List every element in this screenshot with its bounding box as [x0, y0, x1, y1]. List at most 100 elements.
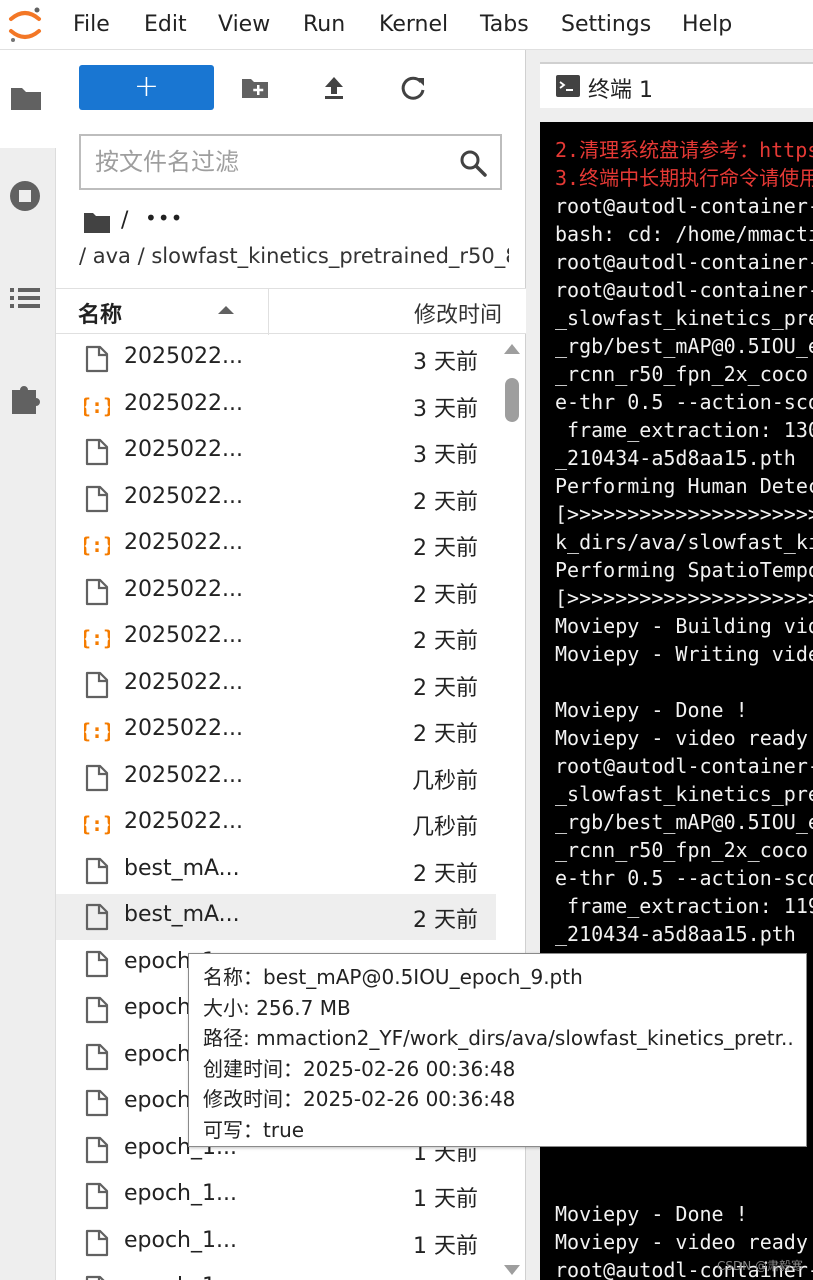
file-modified-time: 1 天前: [413, 1187, 478, 1212]
json-file-icon: {:}: [79, 624, 115, 652]
folder-icon[interactable]: [8, 80, 44, 116]
breadcrumb-root[interactable]: /: [121, 208, 128, 233]
home-folder-icon[interactable]: [83, 210, 111, 234]
file-name: best_mA...: [124, 902, 240, 927]
file-row[interactable]: 2025022... 几秒前: [56, 755, 496, 801]
file-info-tooltip: 名称：best_mAP@0.5IOU_epoch_9.pth 大小: 256.7…: [188, 953, 807, 1147]
file-icon: [84, 1275, 110, 1280]
menu-view[interactable]: View: [218, 10, 270, 40]
terminal-line: 3.终端中长期执行命令请使用screen等工具开后台运行: [555, 166, 813, 190]
file-row[interactable]: 2025022... 3 天前: [56, 429, 496, 475]
json-file-icon: {:}: [79, 531, 115, 559]
tooltip-created: 创建时间：2025-02-26 00:36:48: [203, 1056, 516, 1081]
file-row[interactable]: {:} 2025022... 2 天前: [56, 708, 496, 754]
file-modified-time: 1 天前: [413, 1233, 478, 1259]
svg-text:{:}: {:}: [84, 719, 110, 743]
json-file-icon: {:}: [79, 810, 115, 838]
file-row[interactable]: {:} 2025022... 3 天前: [56, 383, 496, 429]
jupyter-logo-icon[interactable]: [6, 4, 44, 46]
file-name: 2025022...: [124, 437, 243, 462]
file-icon: [84, 1136, 110, 1164]
terminal-line: e-thr 0.5 --action-score-thr: [555, 866, 813, 890]
file-row[interactable]: {:} 2025022... 2 天前: [56, 615, 496, 661]
new-folder-icon[interactable]: [239, 72, 271, 104]
file-row[interactable]: {:} 2025022... 几秒前: [56, 801, 496, 847]
file-row[interactable]: best_mA... 2 天前: [56, 894, 496, 940]
file-name: 2025022...: [124, 669, 243, 695]
list-icon[interactable]: [8, 280, 44, 316]
stop-circle-icon[interactable]: [8, 178, 44, 214]
file-modified-time: 2 天前: [413, 489, 478, 515]
puzzle-icon[interactable]: [8, 380, 44, 416]
breadcrumb-path[interactable]: / ava / slowfast_kinetics_pretrained_r50…: [79, 244, 509, 274]
tooltip-writable: 可写：true: [203, 1117, 305, 1142]
terminal-line: root@autodl-container-: [555, 278, 813, 302]
file-row[interactable]: 2025022... 2 天前: [56, 476, 496, 522]
file-name: epoch_1...: [124, 1274, 237, 1280]
menu-settings[interactable]: Settings: [561, 10, 651, 40]
refresh-icon[interactable]: [397, 72, 429, 104]
file-modified-time: 2 天前: [413, 675, 478, 701]
file-name: 2025022...: [124, 762, 243, 788]
tooltip-modified: 修改时间：2025-02-26 00:36:48: [203, 1087, 516, 1111]
file-icon: [84, 1043, 110, 1071]
new-button-label: +: [133, 69, 160, 104]
file-row[interactable]: {:} 2025022... 2 天前: [56, 522, 496, 568]
menu-help[interactable]: Help: [682, 10, 732, 40]
svg-text:{:}: {:}: [84, 394, 110, 418]
search-icon[interactable]: [458, 148, 488, 178]
new-launcher-button[interactable]: +: [79, 65, 214, 110]
file-icon: [84, 485, 110, 513]
file-icon: [84, 1182, 110, 1210]
upload-icon[interactable]: [318, 72, 350, 104]
file-name: 2025022...: [124, 809, 243, 834]
tooltip-path: 路径: mmaction2_YF/work_dirs/ava/slowfast_…: [203, 1026, 792, 1050]
column-divider[interactable]: [268, 289, 269, 335]
filter-box: [79, 134, 502, 190]
menu-bar: File Edit View Run Kernel Tabs Settings Help: [0, 0, 813, 50]
terminal-line: _rcnn_r50_fpn_2x_coco: [555, 838, 808, 862]
tooltip-name: 名称：best_mAP@0.5IOU_epoch_9.pth: [203, 965, 583, 989]
menu-edit[interactable]: Edit: [144, 10, 187, 40]
terminal-line: _210434-a5d8aa15.pth: [555, 446, 796, 470]
column-name-header[interactable]: 名称: [78, 297, 122, 329]
sort-ascending-icon[interactable]: [216, 303, 236, 317]
file-row[interactable]: epoch_1... 1 天前: [56, 1173, 496, 1219]
svg-text:{:}: {:}: [84, 812, 110, 836]
file-modified-time: 2 天前: [413, 861, 478, 887]
scrollbar-thumb[interactable]: [505, 378, 519, 422]
terminal-line: Moviepy - Writing video: [555, 642, 813, 666]
menu-kernel[interactable]: Kernel: [379, 10, 448, 40]
file-row[interactable]: best_mA... 2 天前: [56, 848, 496, 894]
terminal-line: Performing Human Detection: [555, 474, 813, 498]
file-modified-time: 3 天前: [413, 396, 478, 422]
tooltip-size: 大小: 256.7 MB: [203, 995, 351, 1020]
breadcrumb-ellipsis[interactable]: •••: [145, 206, 183, 230]
menu-run[interactable]: Run: [303, 10, 345, 40]
terminal-line: Moviepy - Done !: [555, 698, 748, 722]
file-name: epoch_1...: [124, 1227, 237, 1253]
file-modified-time: 2 天前: [413, 582, 478, 608]
terminal-line: _rcnn_r50_fpn_2x_coco: [555, 362, 808, 386]
scroll-down-arrow-icon[interactable]: [503, 1263, 521, 1277]
file-row[interactable]: epoch_1... 1 天前: [56, 1220, 496, 1266]
column-modified-header[interactable]: 修改时间: [414, 297, 502, 329]
file-row[interactable]: 2025022... 3 天前: [56, 336, 496, 382]
file-modified-time: 3 天前: [413, 443, 478, 468]
tab-terminal-1[interactable]: 终端 1: [540, 62, 813, 108]
file-row[interactable]: 2025022... 2 天前: [56, 662, 496, 708]
file-icon: [84, 903, 110, 931]
filter-input[interactable]: [95, 146, 435, 178]
file-row[interactable]: epoch_1... 1 天前: [56, 1266, 496, 1280]
file-row[interactable]: 2025022... 2 天前: [56, 569, 496, 615]
file-icon: [84, 950, 110, 978]
file-list-header: 名称 修改时间: [56, 288, 526, 335]
scroll-up-arrow-icon[interactable]: [503, 342, 521, 356]
file-modified-time: 几秒前: [411, 815, 478, 840]
file-icon: [84, 578, 110, 606]
file-icon: [84, 857, 110, 885]
file-name: epoch_1...: [124, 1181, 237, 1206]
terminal-line: Moviepy - Building video: [555, 614, 813, 638]
menu-tabs[interactable]: Tabs: [480, 10, 529, 40]
menu-file[interactable]: File: [73, 10, 110, 40]
